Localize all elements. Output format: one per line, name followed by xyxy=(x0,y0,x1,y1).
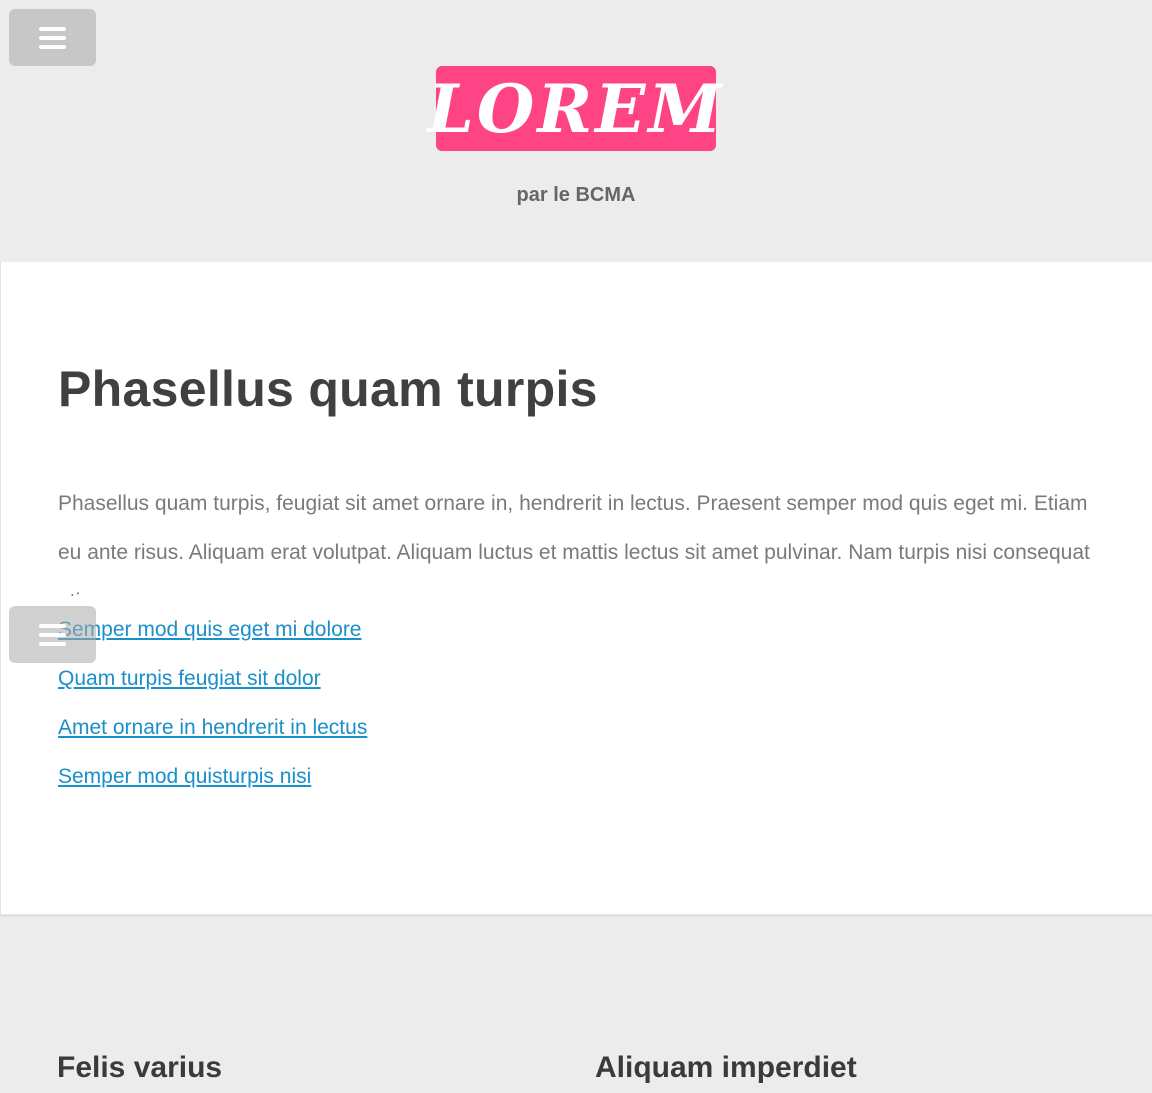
link-semper-mod-quisturpis[interactable]: Semper mod quisturpis nisi xyxy=(58,765,311,788)
list-item: Amet ornare in hendrerit in lectus xyxy=(58,716,367,765)
link-amet-ornare[interactable]: Amet ornare in hendrerit in lectus xyxy=(58,716,367,739)
site-footer: Felis varius Aliquam imperdiet xyxy=(0,917,1152,1093)
hamburger-menu-icon xyxy=(39,26,66,49)
logo-text: LOREM xyxy=(427,69,725,148)
link-semper-mod-quis[interactable]: Semper mod quis eget mi dolore xyxy=(58,618,362,641)
site-tagline: par le BCMA xyxy=(516,184,636,206)
list-item: Semper mod quis eget mi dolore xyxy=(58,618,367,667)
link-list: Semper mod quis eget mi dolore Quam turp… xyxy=(58,618,367,814)
page: LOREM par le BCMA Phasellus quam turpis … xyxy=(0,0,1152,1093)
menu-toggle-button[interactable] xyxy=(9,9,96,66)
intro-container: Phasellus quam turpis, feugiat sit amet … xyxy=(58,479,1108,596)
footer-heading-aliquam-imperdiet: Aliquam imperdiet xyxy=(595,1051,857,1084)
list-item: Quam turpis feugiat sit dolor xyxy=(58,667,367,716)
site-header: LOREM par le BCMA xyxy=(0,0,1152,262)
main-content: Phasellus quam turpis Phasellus quam tur… xyxy=(0,262,1152,914)
intro-paragraph: Phasellus quam turpis, feugiat sit amet … xyxy=(58,492,1090,596)
hamburger-menu-icon xyxy=(39,623,66,646)
floating-menu-toggle-button[interactable] xyxy=(9,606,96,663)
list-item: Semper mod quisturpis nisi xyxy=(58,765,367,814)
footer-heading-felis-varius: Felis varius xyxy=(57,1051,223,1084)
link-quam-turpis[interactable]: Quam turpis feugiat sit dolor xyxy=(58,667,321,690)
site-logo[interactable]: LOREM xyxy=(427,66,722,151)
page-title: Phasellus quam turpis xyxy=(58,361,598,417)
